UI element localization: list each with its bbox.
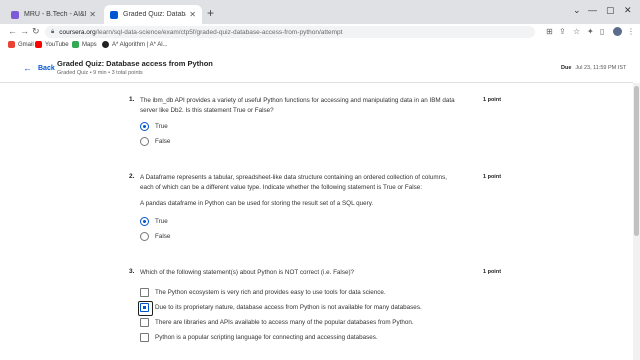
checkbox-icon[interactable]	[140, 288, 149, 297]
radio-icon[interactable]	[140, 137, 149, 146]
checkbox-icon[interactable]	[140, 318, 149, 327]
share-icon[interactable]: ⇪	[559, 27, 566, 36]
option-label: False	[155, 138, 171, 145]
question-text: The ibm_db API provides a variety of use…	[140, 97, 455, 114]
radio-selected-icon[interactable]	[140, 217, 149, 226]
back-nav-icon[interactable]: ←	[8, 26, 17, 36]
question-statement: A pandas dataframe in Python can be used…	[140, 200, 374, 207]
question-3: 3. Which of the following statement(s) a…	[129, 268, 529, 360]
extensions-icon[interactable]: ✦	[587, 27, 594, 36]
bookmarks-bar: Gmail YouTube Maps A* Algorithm | A* Al.…	[0, 40, 640, 51]
radio-option-true[interactable]: True	[140, 122, 168, 131]
profile-avatar[interactable]	[613, 27, 622, 36]
new-tab-button[interactable]: +	[207, 7, 214, 19]
question-number: 2.	[129, 173, 135, 180]
tab-title: Graded Quiz: Database access fr	[123, 11, 186, 18]
option-label: The Python ecosystem is very rich and pr…	[155, 289, 386, 296]
checkbox-option-4[interactable]: Python is a popular scripting language f…	[140, 333, 378, 342]
radio-option-false[interactable]: False	[140, 232, 170, 241]
browser-tab-quiz[interactable]: Graded Quiz: Database access fr ✕	[104, 5, 202, 24]
points-badge: 1 point	[483, 269, 502, 275]
coursera-favicon-icon	[110, 10, 118, 19]
focus-ring	[138, 301, 153, 316]
question-number: 1.	[129, 96, 135, 103]
quiz-header: ← Back Graded Quiz: Database access from…	[0, 51, 633, 83]
question-number: 3.	[129, 268, 135, 275]
close-window-icon[interactable]: ✕	[624, 5, 632, 16]
sidebar-icon[interactable]: ▯	[600, 27, 604, 36]
back-button[interactable]: ← Back	[23, 63, 55, 73]
radio-icon[interactable]	[140, 232, 149, 241]
mru-favicon-icon	[11, 10, 19, 19]
url-path: /learn/sql-data-science/exam/ctp5f/grade…	[95, 28, 343, 36]
option-label: Due to its proprietary nature, database …	[155, 304, 422, 311]
radio-option-false[interactable]: False	[140, 137, 170, 146]
bookmark-label: Maps	[82, 41, 97, 48]
chevron-down-icon[interactable]: ⌄	[573, 5, 581, 16]
quiz-meta: Graded Quiz • 9 min • 3 total points	[57, 70, 143, 76]
option-label: True	[155, 123, 168, 130]
option-label: There are libraries and APIs available t…	[155, 319, 414, 326]
browser-tab-strip: MRU - B.Tech - AI&ML (2021-25) ✕ Graded …	[0, 0, 640, 24]
due-date: Due Jul 23, 11:59 PM IST	[561, 65, 626, 71]
tab-title: MRU - B.Tech - AI&ML (2021-25)	[24, 11, 86, 18]
forward-nav-icon[interactable]: →	[20, 26, 29, 36]
question-1: 1. The ibm_db API provides a variety of …	[129, 96, 529, 146]
bookmark-label: YouTube	[45, 41, 69, 48]
reload-icon[interactable]: ↻	[32, 26, 40, 37]
browser-tab-mru[interactable]: MRU - B.Tech - AI&ML (2021-25) ✕	[5, 5, 102, 24]
github-icon	[102, 41, 109, 48]
checkbox-option-2[interactable]: Due to its proprietary nature, database …	[138, 301, 422, 316]
radio-selected-icon[interactable]	[140, 122, 149, 131]
checkbox-option-3[interactable]: There are libraries and APIs available t…	[140, 318, 414, 327]
option-label: True	[155, 218, 168, 225]
url-domain: coursera.org	[59, 28, 96, 36]
option-label: False	[155, 233, 171, 240]
translate-icon[interactable]: ⊞	[546, 27, 553, 36]
scrollbar-thumb[interactable]	[634, 86, 639, 236]
radio-option-true[interactable]: True	[140, 217, 168, 226]
question-text: Which of the following statement(s) abou…	[140, 269, 355, 276]
bookmark-star-icon[interactable]: ☆	[573, 27, 580, 36]
close-tab-icon[interactable]: ✕	[189, 10, 196, 19]
checkbox-icon[interactable]	[140, 333, 149, 342]
question-2: 2. A Dataframe represents a tabular, spr…	[129, 173, 529, 243]
bookmark-label: A* Algorithm | A* Al...	[112, 41, 168, 48]
gmail-icon	[8, 41, 15, 48]
lock-icon: 🔒︎	[51, 28, 55, 35]
maps-icon	[72, 41, 79, 48]
option-label: Python is a popular scripting language f…	[155, 334, 378, 341]
checkbox-checked-icon[interactable]	[138, 301, 153, 316]
page-title: Graded Quiz: Database access from Python	[57, 59, 213, 68]
back-label: Back	[38, 64, 55, 72]
url-input[interactable]: 🔒︎ coursera.org/learn/sql-data-science/e…	[45, 26, 535, 38]
maximize-icon[interactable]: ▢	[606, 5, 615, 16]
bookmark-gmail[interactable]: Gmail	[8, 41, 34, 48]
quiz-page: ← Back Graded Quiz: Database access from…	[0, 51, 640, 360]
bookmark-youtube[interactable]: YouTube	[35, 41, 69, 48]
points-badge: 1 point	[483, 97, 502, 103]
points-badge: 1 point	[483, 174, 502, 180]
minimize-icon[interactable]: —	[588, 5, 597, 15]
kebab-menu-icon[interactable]: ⋮	[627, 27, 635, 36]
youtube-icon	[35, 41, 42, 48]
close-tab-icon[interactable]: ✕	[89, 10, 96, 19]
checkbox-option-1[interactable]: The Python ecosystem is very rich and pr…	[140, 288, 386, 297]
arrow-left-icon: ←	[23, 63, 32, 73]
bookmark-label: Gmail	[18, 41, 34, 48]
question-text: A Dataframe represents a tabular, spread…	[140, 174, 447, 191]
bookmark-maps[interactable]: Maps	[72, 41, 97, 48]
bookmark-astar[interactable]: A* Algorithm | A* Al...	[102, 41, 168, 48]
due-label: Due	[561, 65, 572, 71]
due-value: Jul 23, 11:59 PM IST	[575, 65, 627, 71]
address-bar-row: ← → ↻ 🔒︎ coursera.org/learn/sql-data-sci…	[0, 24, 640, 40]
